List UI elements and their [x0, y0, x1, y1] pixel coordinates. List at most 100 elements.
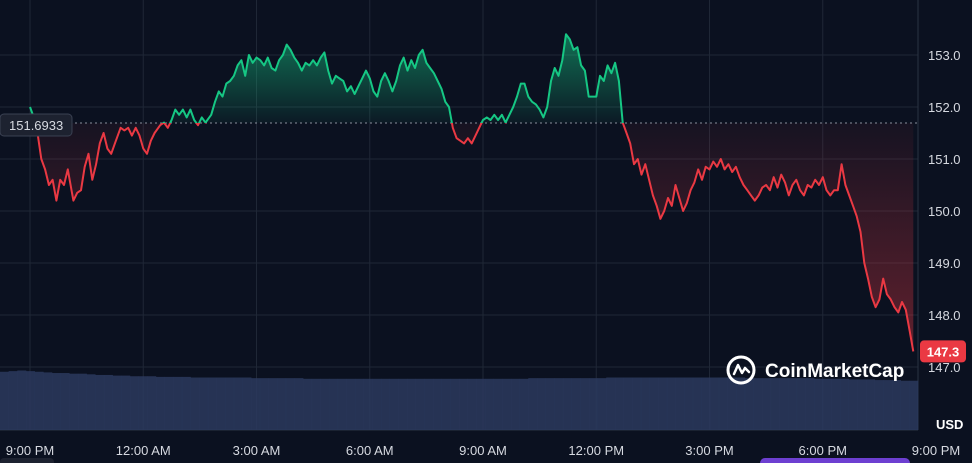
volume-bar [900, 380, 910, 430]
volume-bar [666, 377, 676, 430]
volume-bar [649, 377, 659, 430]
volume-bar [233, 377, 243, 430]
volume-bar [805, 378, 815, 430]
volume-bar [147, 376, 157, 430]
volume-bar [640, 377, 650, 430]
x-axis: 9:00 PM 12:00 AM 3:00 AM 6:00 AM 9:00 AM 12:0… [6, 443, 960, 458]
volume-bar [285, 378, 295, 430]
volume-bar [857, 379, 867, 430]
area-below-baseline [35, 123, 914, 352]
volume-bar [814, 378, 824, 430]
x-tick-label-4: 9:00 AM [459, 443, 507, 458]
volume-bar [190, 377, 200, 430]
x-tick-label-7: 6:00 PM [799, 443, 847, 458]
volume-bar [502, 378, 512, 430]
volume-bar [320, 378, 330, 430]
volume-bar [484, 378, 494, 430]
volume-bar [259, 378, 269, 430]
volume-bar [831, 378, 841, 430]
volume-bar [103, 374, 113, 430]
x-tick-label-1: 12:00 AM [116, 443, 171, 458]
volume-bar [129, 376, 139, 430]
baseline-value: 151.6933 [9, 118, 63, 133]
volume-bar [459, 378, 468, 430]
volume-bar [658, 377, 668, 430]
brand-name: CoinMarketCap [765, 361, 904, 382]
price-line-up[interactable] [29, 33, 913, 351]
volume-bar [381, 378, 391, 430]
volume-bar [710, 377, 720, 430]
x-tick-label-0: 9:00 PM [6, 443, 54, 458]
volume-bar [623, 377, 633, 430]
volume-bar [242, 377, 252, 430]
volume-bar [424, 378, 434, 430]
volume-bar [840, 378, 850, 430]
volume-bar [476, 378, 486, 430]
volume-bar [268, 378, 278, 430]
volume-bar [744, 378, 754, 430]
volume-bar [398, 378, 408, 430]
y-tick-label-3: 150.0 [928, 204, 961, 219]
volume-bar [909, 380, 919, 430]
y-tick-label-0: 153.0 [928, 48, 961, 63]
x-tick-label-5: 12:00 PM [568, 443, 624, 458]
volume-bar [727, 377, 737, 430]
volume-bar [294, 378, 304, 430]
area-above-baseline [30, 34, 914, 123]
volume-bar [675, 377, 685, 430]
volume-bar [69, 373, 79, 430]
x-tick-label-3: 6:00 AM [346, 443, 394, 458]
volume-bar [493, 378, 503, 430]
volume-bar [303, 378, 313, 430]
x-tick-label-8: 9:00 PM [912, 443, 960, 458]
volume-bar [43, 372, 53, 430]
price-chart[interactable]: 153.0152.0151.0150.0149.0148.0147.0 9:00… [0, 0, 972, 463]
volume-bar [770, 378, 780, 430]
volume-bar [60, 373, 70, 430]
price-line-down[interactable] [30, 34, 915, 352]
volume-bar [718, 377, 728, 430]
volume-bar [562, 378, 572, 430]
volume-bar [467, 378, 477, 430]
y-tick-label-5: 148.0 [928, 308, 961, 323]
volume-bar [701, 377, 711, 430]
volume-bar [51, 373, 61, 430]
y-tick-label-1: 152.0 [928, 100, 961, 115]
volume-bar [95, 374, 105, 430]
y-tick-label-2: 151.0 [928, 152, 961, 167]
currency-label: USD [936, 417, 963, 432]
volume-bar [632, 377, 642, 430]
volume-bar [874, 380, 884, 430]
last-price-value: 147.3 [927, 344, 960, 359]
volume-bar [112, 375, 122, 430]
volume-bar [736, 377, 746, 430]
volume-bar [0, 371, 9, 430]
volume-bar [311, 378, 321, 430]
volume-bar [545, 378, 555, 430]
last-price-badge: 147.3 [920, 340, 966, 363]
x-tick-label-2: 3:00 AM [233, 443, 281, 458]
volume-bar [34, 371, 44, 430]
price-line[interactable] [29, 33, 915, 352]
volume-bar [588, 378, 598, 430]
volume-bar [554, 378, 564, 430]
left-time-badge [0, 458, 54, 463]
volume-bar [86, 374, 96, 430]
baseline-badge: 151.6933 [0, 113, 73, 137]
range-slider-handle[interactable] [760, 458, 910, 463]
volume-bar [8, 371, 18, 430]
volume-bar [363, 378, 373, 430]
volume-bar [415, 378, 425, 430]
volume-bar [684, 377, 694, 430]
volume-bar [892, 380, 901, 430]
volume-bar [277, 378, 287, 430]
volume-bar [407, 378, 416, 430]
volume-bar [883, 380, 893, 430]
volume-bar [788, 378, 798, 430]
volume-bar [822, 378, 832, 430]
volume-bar [528, 378, 538, 430]
volume-bar [692, 377, 702, 430]
volume-bar [866, 379, 875, 430]
volume-bar [121, 375, 131, 430]
volume-bar [372, 378, 382, 430]
